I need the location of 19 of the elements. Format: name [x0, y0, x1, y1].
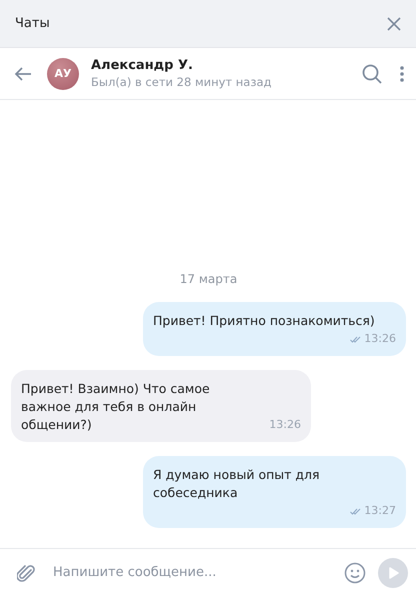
message-text: Привет! Взаимно) Что самое важное для тебя в онлайн общении?)	[21, 380, 211, 434]
message-time: 13:26	[269, 417, 301, 433]
window-title: Чаты	[15, 16, 50, 31]
contact-name: Александр У.	[91, 58, 194, 73]
search-icon[interactable]	[362, 64, 382, 84]
close-icon[interactable]	[387, 16, 401, 30]
message-text: Я думаю новый опыт для собеседника	[153, 466, 321, 502]
message-input-field[interactable]: Напишите сообщение...	[51, 564, 344, 581]
more-options-icon[interactable]	[400, 66, 404, 82]
back-arrow-icon[interactable]	[14, 66, 32, 80]
play-icon	[389, 566, 399, 578]
avatar: АУ	[47, 58, 79, 90]
smiley-icon[interactable]	[344, 562, 366, 584]
message-time: 13:26	[364, 331, 396, 347]
message-text: Привет! Приятно познакомиться)	[153, 312, 376, 330]
date-separator: 17 марта	[180, 272, 238, 286]
last-seen-status: Был(а) в сети 28 минут назад	[91, 75, 272, 89]
message-time: 13:27	[364, 503, 396, 519]
paperclip-icon[interactable]	[17, 562, 35, 582]
